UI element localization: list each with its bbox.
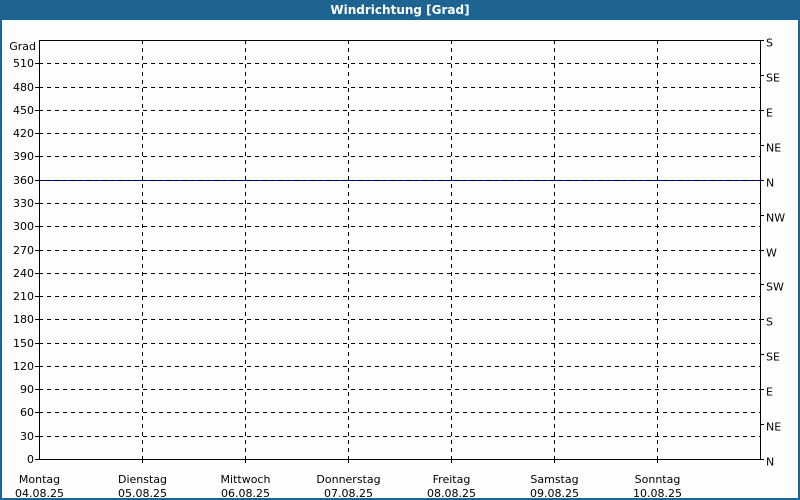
date-label: 10.08.25	[633, 487, 682, 500]
left-axis-label: 330	[13, 197, 34, 210]
compass-label: NE	[766, 142, 781, 155]
left-axis-label: 420	[13, 127, 34, 140]
compass-label: SE	[766, 351, 780, 364]
day-label: Sonntag	[635, 473, 681, 486]
compass-label: W	[766, 247, 777, 260]
date-label: 05.08.25	[118, 487, 167, 500]
chart-window: Windrichtung [Grad] 0 30 60 90 120 150 180 210 2…	[0, 0, 800, 500]
date-label: 06.08.25	[221, 487, 270, 500]
compass-label: E	[766, 107, 773, 120]
compass-label: S	[766, 37, 773, 50]
title-bar: Windrichtung [Grad]	[2, 2, 798, 20]
compass-label: SW	[766, 281, 784, 294]
left-axis-label: 240	[13, 267, 34, 280]
left-axis-label: 90	[20, 383, 34, 396]
left-axis-label: 450	[13, 104, 34, 117]
day-label: Samstag	[530, 473, 578, 486]
left-axis-label: 30	[20, 430, 34, 443]
left-axis-label: 0	[27, 453, 34, 466]
day-label: Freitag	[433, 473, 471, 486]
date-label: 08.08.25	[427, 487, 476, 500]
left-axis-label: 480	[13, 81, 34, 94]
wind-direction-chart: 0 30 60 90 120 150 180 210 240 270 300 330 360 390 420…	[9, 37, 785, 500]
day-label: Montag	[19, 473, 60, 486]
left-axis-label: 300	[13, 220, 34, 233]
compass-label: S	[766, 316, 773, 329]
left-axis-label: 60	[20, 406, 34, 419]
left-axis-label: 390	[13, 150, 34, 163]
left-axis-label: 210	[13, 290, 34, 303]
compass-label: E	[766, 386, 773, 399]
left-axis-label: 270	[13, 244, 34, 257]
compass-label: SE	[766, 72, 780, 85]
left-axis-label: 360	[13, 174, 34, 187]
left-axis-label: 180	[13, 313, 34, 326]
date-label: 09.08.25	[530, 487, 579, 500]
compass-label: N	[766, 456, 774, 469]
day-label: Donnerstag	[316, 473, 380, 486]
date-label: 04.08.25	[15, 487, 64, 500]
day-label: Mittwoch	[221, 473, 271, 486]
left-axis-label: 120	[13, 360, 34, 373]
left-axis-label: 150	[13, 337, 34, 350]
left-axis-label: 510	[13, 57, 34, 70]
chart-title: Windrichtung [Grad]	[330, 3, 470, 17]
day-label: Dienstag	[118, 473, 167, 486]
date-label: 07.08.25	[324, 487, 373, 500]
compass-label: NE	[766, 421, 781, 434]
compass-label: NW	[766, 212, 785, 225]
compass-label: N	[766, 177, 774, 190]
left-axis-title: Grad	[9, 40, 36, 53]
